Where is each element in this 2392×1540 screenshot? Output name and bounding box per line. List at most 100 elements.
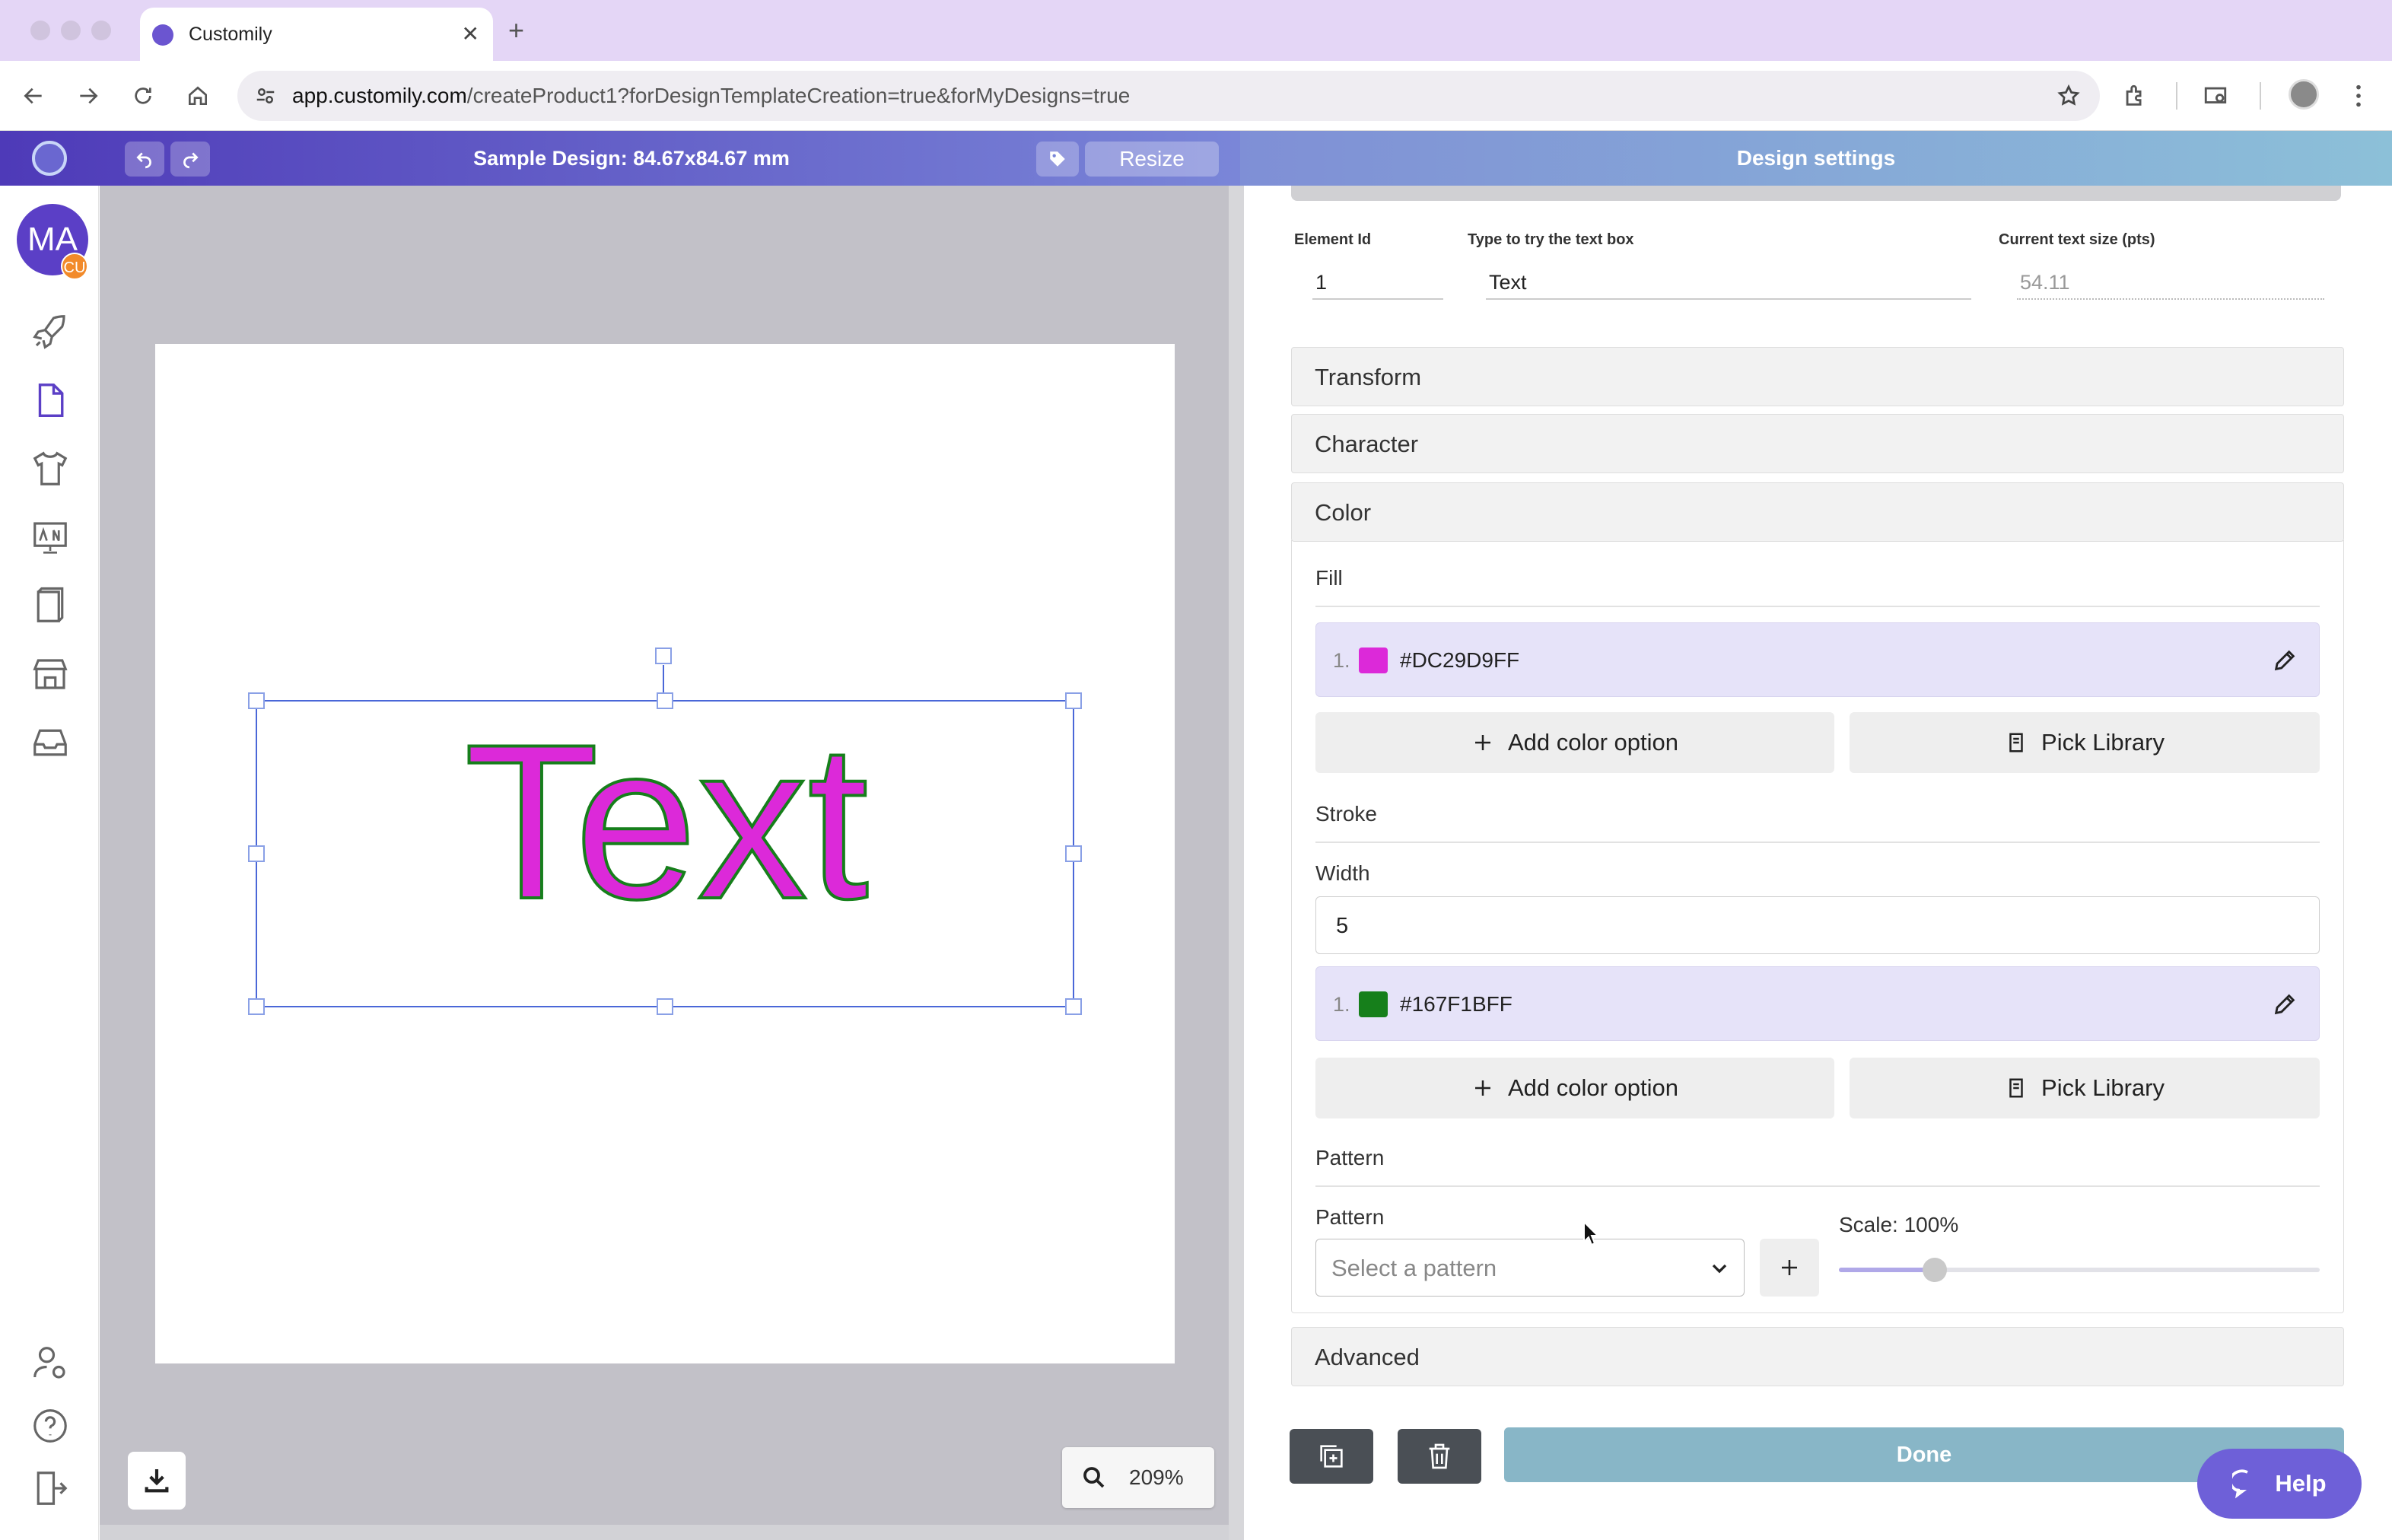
selection-box[interactable] — [256, 700, 1074, 1007]
duplicate-icon — [1320, 1445, 1343, 1468]
pattern-select-placeholder: Select a pattern — [1331, 1255, 1497, 1281]
horizontal-scrollbar[interactable] — [100, 1525, 1229, 1540]
resize-button[interactable]: Resize — [1085, 142, 1219, 177]
fill-add-color-button[interactable]: Add color option — [1315, 712, 1834, 773]
back-arrow-icon[interactable] — [15, 78, 52, 114]
element-id-input[interactable]: 1 — [1312, 265, 1443, 300]
plus-icon — [1782, 1260, 1797, 1275]
add-pattern-button[interactable] — [1760, 1239, 1819, 1297]
cast-search-icon[interactable] — [2197, 78, 2234, 114]
mouse-pointer-icon — [1582, 1220, 1601, 1246]
resize-handle-bottom-left[interactable] — [248, 998, 265, 1015]
panel-toolbar-edge — [1291, 186, 2341, 201]
resize-handle-top[interactable] — [657, 692, 673, 709]
help-circle-icon[interactable] — [26, 1402, 75, 1450]
window-zoom-dot[interactable] — [91, 21, 111, 40]
extensions-puzzle-icon[interactable] — [2117, 78, 2153, 114]
user-settings-icon[interactable] — [26, 1339, 75, 1388]
stroke-divider — [1315, 842, 2320, 843]
fill-color-index: 1. — [1333, 649, 1350, 672]
home-icon[interactable] — [180, 78, 216, 114]
character-section[interactable]: Character — [1291, 414, 2344, 473]
advanced-section[interactable]: Advanced — [1291, 1327, 2344, 1386]
stroke-label: Stroke — [1315, 802, 1377, 826]
bookmark-star-icon[interactable] — [2051, 78, 2086, 113]
browser-toolbar: app.customily.com/createProduct1?forDesi… — [0, 61, 2392, 131]
fill-color-row[interactable]: 1. #DC29D9FF — [1315, 622, 2320, 697]
address-bar[interactable]: app.customily.com/createProduct1?forDesi… — [237, 71, 2100, 121]
fill-add-color-label: Add color option — [1507, 729, 1679, 756]
plus-icon — [1474, 735, 1490, 750]
new-tab-button[interactable]: + — [508, 11, 524, 50]
forward-arrow-icon[interactable] — [70, 78, 107, 114]
rotate-handle[interactable] — [655, 648, 672, 664]
stroke-width-input[interactable]: 5 — [1315, 896, 2320, 954]
stroke-pick-library-button[interactable]: Pick Library — [1850, 1058, 2320, 1118]
pencil-edit-icon[interactable] — [2270, 990, 2299, 1019]
try-text-input[interactable]: Text — [1486, 265, 1971, 300]
fill-pick-library-label: Pick Library — [2041, 729, 2165, 756]
delete-button[interactable] — [1398, 1429, 1481, 1484]
stroke-pick-library-label: Pick Library — [2041, 1074, 2165, 1101]
color-section[interactable]: Color — [1291, 482, 2344, 542]
inbox-icon[interactable] — [26, 718, 75, 767]
library-book-icon — [2009, 733, 2023, 752]
window-minimize-dot[interactable] — [61, 21, 81, 40]
browser-tab[interactable]: Customily ✕ — [140, 8, 493, 61]
tag-button[interactable] — [1036, 142, 1079, 177]
undo-button[interactable] — [125, 142, 164, 177]
toolbar-divider — [2176, 82, 2177, 110]
user-badge: CU — [61, 253, 88, 280]
design-settings-title: Design settings — [1736, 146, 1896, 170]
browser-menu-icon[interactable] — [2340, 78, 2377, 114]
redo-button[interactable] — [170, 142, 210, 177]
customily-logo-icon[interactable] — [32, 141, 67, 176]
store-icon[interactable] — [26, 650, 75, 698]
pattern-field-label: Pattern — [1315, 1205, 1385, 1229]
stroke-width-label: Width — [1315, 861, 1370, 885]
site-info-icon[interactable] — [248, 78, 283, 113]
resize-handle-bottom-right[interactable] — [1065, 998, 1082, 1015]
pencil-edit-icon[interactable] — [2270, 646, 2299, 675]
resize-handle-bottom[interactable] — [657, 998, 673, 1015]
help-label: Help — [2275, 1470, 2327, 1497]
transform-section[interactable]: Transform — [1291, 347, 2344, 406]
tshirt-icon[interactable] — [26, 444, 75, 493]
fill-color-swatch[interactable] — [1359, 648, 1388, 673]
help-button[interactable]: Help — [2197, 1449, 2362, 1519]
url-path: /createProduct1?forDesignTemplateCreatio… — [466, 84, 1131, 107]
resize-handle-right[interactable] — [1065, 845, 1082, 862]
editor-header: Sample Design: 84.67x84.67 mm Resize — [0, 131, 1240, 186]
fill-pick-library-button[interactable]: Pick Library — [1850, 712, 2320, 773]
panel-divider[interactable] — [1229, 186, 1244, 1540]
pattern-scale-thumb[interactable] — [1923, 1258, 1947, 1282]
reload-icon[interactable] — [125, 78, 161, 114]
resize-handle-left[interactable] — [248, 845, 265, 862]
resize-handle-top-right[interactable] — [1065, 692, 1082, 709]
presentation-icon[interactable] — [26, 513, 75, 562]
duplicate-button[interactable] — [1290, 1429, 1373, 1484]
pattern-divider — [1315, 1185, 2320, 1187]
document-icon[interactable] — [26, 376, 75, 425]
stroke-add-color-button[interactable]: Add color option — [1315, 1058, 1834, 1118]
pattern-select[interactable]: Select a pattern — [1315, 1239, 1745, 1297]
rocket-icon[interactable] — [26, 307, 75, 356]
plus-icon — [1474, 1080, 1490, 1096]
book-icon[interactable] — [26, 581, 75, 630]
zoom-control[interactable]: 209% — [1062, 1447, 1214, 1508]
stroke-color-swatch[interactable] — [1359, 991, 1388, 1017]
zoom-search-icon[interactable] — [1080, 1464, 1108, 1491]
try-text-label: Type to try the text box — [1468, 231, 1634, 248]
browser-profile-avatar[interactable] — [2289, 79, 2319, 110]
browser-tab-bar: Customily ✕ + — [0, 0, 2392, 61]
exit-icon[interactable] — [26, 1464, 75, 1513]
download-button[interactable] — [128, 1452, 186, 1510]
fill-divider — [1315, 606, 2320, 607]
window-close-dot[interactable] — [30, 21, 50, 40]
pattern-scale-fill — [1839, 1268, 1935, 1272]
library-book-icon — [2009, 1078, 2023, 1098]
resize-handle-top-left[interactable] — [248, 692, 265, 709]
tab-close-icon[interactable]: ✕ — [462, 8, 479, 61]
design-title: Sample Design: 84.67x84.67 mm — [473, 147, 790, 170]
stroke-color-row[interactable]: 1. #167F1BFF — [1315, 966, 2320, 1041]
